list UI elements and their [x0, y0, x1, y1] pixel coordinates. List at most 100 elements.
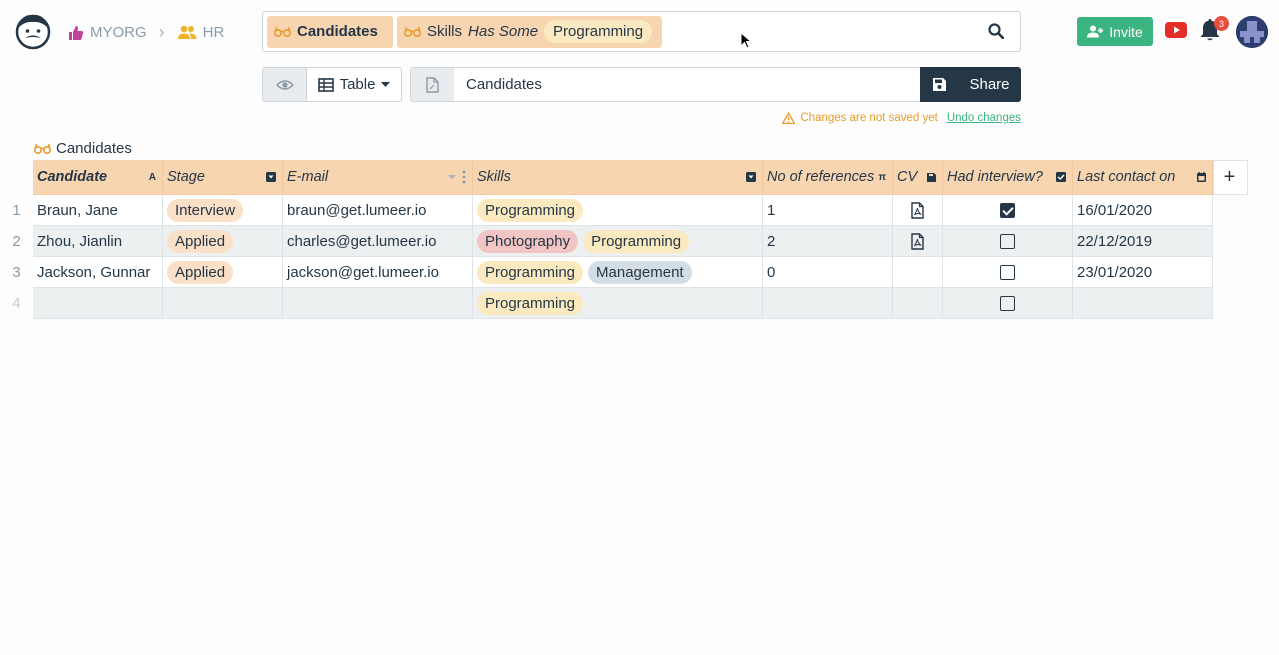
breadcrumb-organization-label: MYORG: [90, 24, 147, 41]
cell-skills[interactable]: Programming: [473, 195, 763, 226]
view-file-icon-box: [410, 67, 455, 102]
search-icon[interactable]: [988, 23, 1005, 42]
pdf-file-icon[interactable]: [911, 201, 924, 219]
unsaved-text: Changes are not saved yet: [800, 112, 938, 124]
table-row: 3 Jackson, Gunnar Applied jackson@get.lu…: [12, 257, 1248, 288]
cell-skills[interactable]: Programming Management: [473, 257, 763, 288]
cell-references[interactable]: 1: [763, 195, 893, 226]
search-box[interactable]: Candidates Skills Has Some Programming: [262, 11, 1021, 52]
view-visibility-button[interactable]: [262, 67, 307, 102]
column-header-cv[interactable]: CV: [893, 160, 943, 195]
undo-changes-link[interactable]: Undo changes: [947, 112, 1021, 124]
skill-tag: Photography: [477, 229, 579, 253]
cell-email[interactable]: charles@get.lumeer.io: [283, 226, 473, 257]
breadcrumb-project[interactable]: HR: [177, 24, 225, 41]
perspective-dropdown[interactable]: Table: [306, 67, 402, 102]
stage-tag: Interview: [167, 198, 244, 222]
cell-cv[interactable]: [893, 257, 943, 288]
cell-interview[interactable]: [943, 226, 1073, 257]
column-header-candidate[interactable]: Candidate A: [33, 160, 163, 195]
table-row: 2 Zhou, Jianlin Applied charles@get.lume…: [12, 226, 1248, 257]
column-header-skills[interactable]: Skills: [473, 160, 763, 195]
column-header-references[interactable]: No of references π: [763, 160, 893, 195]
interview-checkbox[interactable]: [1000, 295, 1015, 311]
invite-button[interactable]: Invite: [1077, 17, 1153, 46]
pdf-file-icon[interactable]: [911, 232, 924, 250]
cell-candidate[interactable]: Zhou, Jianlin: [33, 226, 163, 257]
cell-skills[interactable]: Photography Programming: [473, 226, 763, 257]
stage-tag: Applied: [167, 260, 234, 284]
cell-interview[interactable]: [943, 288, 1073, 319]
lumeer-logo[interactable]: [15, 12, 51, 50]
cell-email[interactable]: jackson@get.lumeer.io: [283, 257, 473, 288]
cell-interview[interactable]: [943, 257, 1073, 288]
skill-tag: Programming: [477, 260, 584, 284]
view-name-input[interactable]: Candidates: [454, 67, 921, 102]
thumbs-up-icon: [69, 25, 84, 40]
glasses-icon: [404, 26, 421, 37]
cell-stage[interactable]: Interview: [163, 195, 283, 226]
skill-tag: Programming: [583, 229, 690, 253]
add-column-button[interactable]: +: [1213, 160, 1248, 195]
avatar[interactable]: [1236, 16, 1268, 48]
cell-stage[interactable]: Applied: [163, 257, 283, 288]
column-header-label: CV: [897, 169, 918, 185]
cell-references[interactable]: [763, 288, 893, 319]
column-header-label: E-mail: [287, 169, 329, 185]
cell-references[interactable]: 0: [763, 257, 893, 288]
drag-handle-icon[interactable]: [462, 170, 466, 184]
column-header-interview[interactable]: Had interview?: [943, 160, 1073, 195]
cell-candidate[interactable]: Braun, Jane: [33, 195, 163, 226]
interview-checkbox[interactable]: [1000, 233, 1015, 249]
column-header-label: Stage: [167, 169, 205, 185]
interview-checkbox[interactable]: [1000, 264, 1015, 280]
file-icon: [426, 76, 439, 93]
filter-chip[interactable]: Skills Has Some Programming: [397, 15, 663, 48]
skill-tag: Programming: [477, 198, 584, 222]
column-header-label: Last contact on: [1077, 169, 1176, 185]
table-title: Candidates: [34, 140, 132, 157]
unsaved-changes-notice: Changes are not saved yet Undo changes: [782, 112, 1021, 124]
row-number: 3: [12, 264, 21, 281]
interview-checkbox[interactable]: [1000, 202, 1015, 218]
select-type-icon: [266, 172, 276, 182]
cell-last-contact[interactable]: [1073, 288, 1213, 319]
share-button[interactable]: Share: [958, 67, 1021, 102]
cell-references[interactable]: 2: [763, 226, 893, 257]
glasses-icon: [34, 143, 51, 154]
cell-cv[interactable]: [893, 288, 943, 319]
column-header-label: No of references: [767, 169, 875, 185]
save-icon: [933, 78, 946, 91]
breadcrumb-project-label: HR: [202, 24, 225, 41]
skill-tag: Programming: [477, 291, 584, 315]
cell-candidate[interactable]: [33, 288, 163, 319]
cell-last-contact[interactable]: 22/12/2019: [1073, 226, 1213, 257]
cell-stage[interactable]: [163, 288, 283, 319]
table-row: 1 Braun, Jane Interview braun@get.lumeer…: [12, 195, 1248, 226]
checkbox-type-icon: [1056, 172, 1066, 182]
cell-cv[interactable]: [893, 195, 943, 226]
cell-email[interactable]: [283, 288, 473, 319]
column-header-email[interactable]: E-mail: [283, 160, 473, 195]
cell-email[interactable]: braun@get.lumeer.io: [283, 195, 473, 226]
save-button[interactable]: [920, 67, 959, 102]
column-header-label: Candidate: [37, 169, 108, 185]
cell-last-contact[interactable]: 23/01/2020: [1073, 257, 1213, 288]
row-number: 2: [12, 233, 21, 250]
youtube-icon[interactable]: [1165, 22, 1187, 41]
cell-cv[interactable]: [893, 226, 943, 257]
cell-skills[interactable]: Programming: [473, 288, 763, 319]
cell-candidate[interactable]: Jackson, Gunnar: [33, 257, 163, 288]
collection-chip[interactable]: Candidates: [267, 15, 393, 48]
skill-tag: Management: [588, 260, 692, 284]
cell-last-contact[interactable]: 16/01/2020: [1073, 195, 1213, 226]
caret-down-icon: [381, 81, 391, 87]
column-header-label: Had interview?: [947, 169, 1043, 185]
table-row: 4 Programming: [12, 288, 1248, 319]
row-number: 1: [12, 202, 21, 219]
column-header-last-contact[interactable]: Last contact on: [1073, 160, 1213, 195]
breadcrumb-organization[interactable]: MYORG: [68, 24, 147, 41]
column-header-stage[interactable]: Stage: [163, 160, 283, 195]
cell-interview[interactable]: [943, 195, 1073, 226]
cell-stage[interactable]: Applied: [163, 226, 283, 257]
